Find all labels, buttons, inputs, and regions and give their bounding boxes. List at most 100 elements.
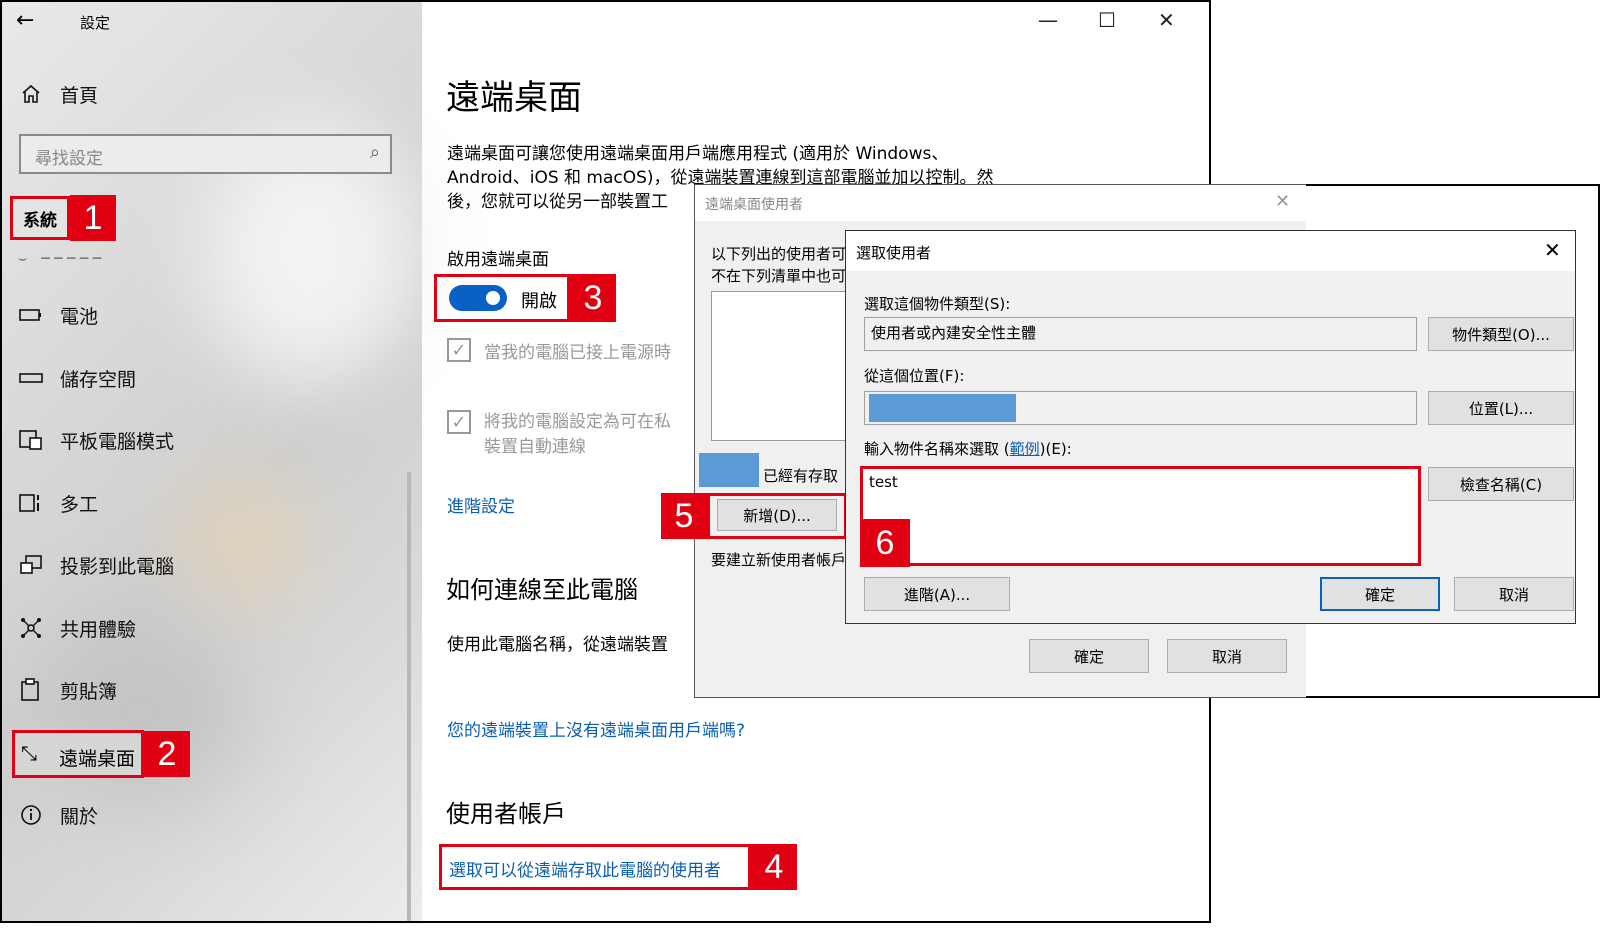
sidebar-item-tablet[interactable]: 平板電腦模式: [18, 420, 174, 460]
page-title: 遠端桌面: [446, 78, 582, 118]
select-users-link[interactable]: 選取可以從遠端存取此電腦的使用者: [449, 856, 721, 881]
sidebar-item-remote-desktop[interactable]: ⤡ 遠端桌面: [12, 730, 144, 778]
step-4-badge: 4: [751, 844, 797, 890]
step-2-badge: 2: [144, 731, 190, 777]
dialog-titlebar: 遠端桌面使用者 ✕: [695, 185, 1307, 221]
search-placeholder: 尋找設定: [35, 149, 103, 169]
sidebar-item-label: 關於: [60, 805, 99, 828]
storage-icon: [18, 365, 44, 391]
sidebar-item-label: 遠端桌面: [59, 748, 136, 770]
object-name-label-prefix: 輸入物件名稱來選取 (: [864, 440, 1010, 458]
sidebar-item-shared[interactable]: 共用體驗: [18, 608, 136, 648]
description-line-1: 遠端桌面可讓您使用遠端桌面用戶端應用程式 (適用於 Windows、: [447, 144, 949, 164]
step-5-badge: 5: [661, 493, 707, 539]
object-name-highlight: test: [860, 466, 1421, 566]
sidebar-item-label: 儲存空間: [60, 368, 137, 391]
object-name-input[interactable]: test: [869, 473, 898, 491]
step-4-number: 4: [764, 847, 784, 886]
sidebar-item-home[interactable]: 首頁: [18, 74, 98, 114]
step-3-number: 3: [583, 278, 603, 317]
remote-desktop-toggle[interactable]: [449, 285, 507, 311]
info-icon: [18, 802, 44, 828]
step-2-number: 2: [157, 734, 177, 773]
dialog-title: 選取使用者: [856, 244, 932, 262]
rd-ok-button[interactable]: 確定: [1029, 639, 1149, 673]
dialog-close-icon[interactable]: ✕: [1275, 191, 1290, 212]
toggle-state-label: 開啟: [521, 291, 557, 312]
multitask-icon: [18, 490, 44, 516]
battery-icon: [18, 302, 44, 328]
step-1-number: 1: [83, 198, 103, 237]
sidebar-item-label: 共用體驗: [60, 618, 137, 641]
tablet-icon: [18, 427, 44, 453]
sidebar-item-label: 電池: [60, 305, 99, 328]
window-title: 設定: [80, 14, 111, 32]
locations-button[interactable]: 位置(L)...: [1428, 391, 1574, 425]
home-icon: [18, 81, 44, 107]
search-input[interactable]: 尋找設定 ⌕: [19, 134, 392, 174]
minimize-button[interactable]: —: [1038, 8, 1058, 32]
check-names-button[interactable]: 檢查名稱(C): [1428, 467, 1574, 501]
location-label: 從這個位置(F):: [864, 367, 965, 385]
object-type-field: 使用者或內建安全性主體: [864, 317, 1417, 351]
enable-remote-label: 啟用遠端桌面: [447, 250, 549, 270]
location-field: [864, 391, 1417, 425]
sidebar-item-label: 平板電腦模式: [60, 430, 175, 453]
power-checkbox-row[interactable]: ✓ 當我的電腦已接上電源時: [447, 338, 671, 363]
object-name-label-suffix: )(E):: [1039, 440, 1072, 458]
step-6-badge: 6: [860, 519, 910, 567]
system-section-label: 系統: [23, 210, 57, 231]
sidebar-item-storage[interactable]: 儲存空間: [18, 358, 136, 398]
discoverable-checkbox-row[interactable]: ✓ 將我的電腦設定為可在私 裝置自動連線: [447, 410, 671, 460]
users-desc-line-2: 不在下列清單中也可: [711, 267, 847, 285]
remote-icon: ⤡: [21, 741, 37, 765]
share-icon: [18, 615, 44, 641]
sidebar-item-clipboard[interactable]: 剪貼簿: [18, 670, 117, 710]
user-accounts-title: 使用者帳戶: [446, 800, 566, 828]
search-icon: ⌕: [369, 142, 380, 163]
checkbox-label-line-1: 將我的電腦設定為可在私: [484, 412, 671, 432]
create-user-text: 要建立新使用者帳戶: [711, 551, 847, 569]
maximize-button[interactable]: ☐: [1098, 8, 1116, 32]
advanced-button[interactable]: 進階(A)...: [864, 577, 1010, 611]
object-name-label: 輸入物件名稱來選取 (範例)(E):: [864, 438, 1072, 459]
sidebar-item-label: 投影到此電腦: [60, 555, 175, 578]
select-users-highlight: 選取可以從遠端存取此電腦的使用者: [439, 844, 751, 890]
advanced-settings-link[interactable]: 進階設定: [447, 492, 515, 517]
examples-link[interactable]: 範例: [1010, 440, 1040, 458]
sidebar-scrollbar[interactable]: [407, 472, 411, 921]
object-type-label: 選取這個物件類型(S):: [864, 295, 1011, 313]
toggle-highlight: 開啟: [434, 274, 570, 322]
clipped-item: ⌣ ─ ─ ─ ─ ─: [18, 251, 102, 262]
step-1-badge: 1: [70, 195, 116, 241]
has-access-label: 已經有存取: [763, 467, 839, 485]
select-users-dialog: 選取使用者 ✕ 選取這個物件類型(S): 使用者或內建安全性主體 物件類型(O)…: [845, 230, 1576, 624]
sidebar-home-label: 首頁: [60, 84, 99, 107]
how-to-connect-title: 如何連線至此電腦: [446, 576, 638, 604]
checkbox[interactable]: ✓: [447, 338, 471, 362]
sidebar-section-system: 系統: [10, 196, 70, 240]
sidebar-item-project[interactable]: 投影到此電腦: [18, 545, 174, 585]
object-types-button[interactable]: 物件類型(O)...: [1428, 317, 1574, 351]
checkbox-label: 當我的電腦已接上電源時: [484, 343, 671, 363]
no-client-link[interactable]: 您的遠端裝置上沒有遠端桌面用戶端嗎?: [447, 716, 745, 741]
checkbox[interactable]: ✓: [447, 410, 471, 434]
dialog-close-icon[interactable]: ✕: [1544, 238, 1561, 262]
close-button[interactable]: ✕: [1158, 8, 1175, 32]
dialog-title: 遠端桌面使用者: [705, 197, 803, 213]
step-6-number: 6: [875, 523, 895, 562]
cancel-button[interactable]: 取消: [1454, 577, 1574, 611]
ok-button[interactable]: 確定: [1320, 577, 1440, 611]
sidebar-item-about[interactable]: 關於: [18, 795, 98, 835]
rd-cancel-button[interactable]: 取消: [1167, 639, 1287, 673]
sidebar-item-label: 多工: [60, 493, 99, 516]
how-to-connect-desc: 使用此電腦名稱，從遠端裝置: [447, 635, 668, 655]
users-list[interactable]: [711, 291, 853, 441]
add-button[interactable]: 新增(D)...: [717, 499, 837, 531]
back-arrow-icon[interactable]: ←: [16, 8, 34, 33]
sidebar: ← 設定 首頁 尋找設定 ⌕ 系統 1 ⌣ ─ ─ ─ ─ ─ 電池 儲存空間 …: [2, 2, 422, 921]
sidebar-item-battery[interactable]: 電池: [18, 295, 98, 335]
clipboard-icon: [18, 677, 44, 703]
sidebar-item-multitask[interactable]: 多工: [18, 483, 98, 523]
step-5-number: 5: [674, 496, 694, 535]
